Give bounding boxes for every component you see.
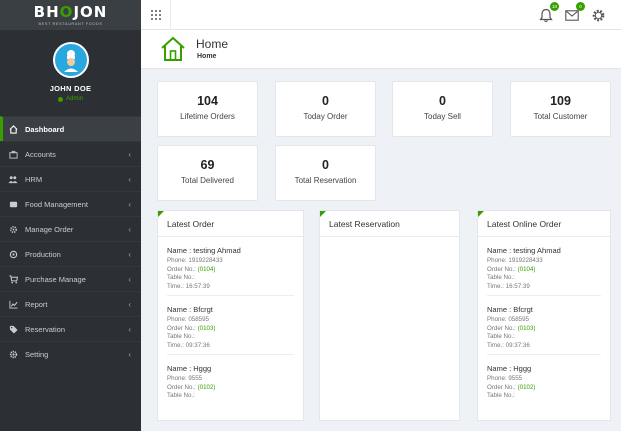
brand-logo[interactable]: BHOJON BEST RESTAURANT FOODS xyxy=(0,0,141,30)
chef-avatar-icon xyxy=(63,50,78,72)
sidebar-menu: Dashboard Accounts ‹ HRM ‹ Food Manageme… xyxy=(0,116,141,366)
users-icon xyxy=(8,174,18,184)
panel-title: Latest Reservation xyxy=(320,211,459,237)
stat-total-delivered: 69 Total Delivered xyxy=(157,145,258,201)
brand-tagline: BEST RESTAURANT FOODS xyxy=(38,20,103,26)
stat-total-reservation: 0 Total Reservation xyxy=(275,145,376,201)
sidebar-item-report[interactable]: Report ‹ xyxy=(0,291,141,316)
tag-icon xyxy=(8,324,18,334)
stat-today-sell: 0 Today Sell xyxy=(392,81,493,137)
stat-today-order: 0 Today Order xyxy=(275,81,376,137)
latest-order-panel: Latest Order Name : testing Ahmad Phone:… xyxy=(157,210,304,421)
list-item[interactable]: Name : testing Ahmad Phone: 1919228433 O… xyxy=(487,237,601,296)
sidebar-item-production[interactable]: Production ‹ xyxy=(0,241,141,266)
cog-icon xyxy=(8,224,18,234)
messages-button[interactable]: 0 xyxy=(563,2,585,24)
grid-icon xyxy=(150,10,161,20)
chevron-left-icon: ‹ xyxy=(128,250,131,259)
latest-online-order-panel: Latest Online Order Name : testing Ahmad… xyxy=(477,210,611,421)
chevron-left-icon: ‹ xyxy=(128,350,131,359)
panel-corner-marker xyxy=(158,211,164,217)
chart-icon xyxy=(8,299,18,309)
food-icon xyxy=(8,199,18,209)
message-count-badge: 0 xyxy=(576,2,585,11)
stat-total-customer: 109 Total Customer xyxy=(510,81,611,137)
list-item[interactable]: Name : testing Ahmad Phone: 1919228433 O… xyxy=(167,237,294,296)
chevron-left-icon: ‹ xyxy=(128,325,131,334)
panel-corner-marker xyxy=(478,211,484,217)
sidebar-item-food-management[interactable]: Food Management ‹ xyxy=(0,191,141,216)
sidebar-item-setting[interactable]: Setting ‹ xyxy=(0,341,141,366)
sidebar-item-reservation[interactable]: Reservation ‹ xyxy=(0,316,141,341)
sidebar-item-hrm[interactable]: HRM ‹ xyxy=(0,166,141,191)
notifications-button[interactable]: 10 xyxy=(537,2,559,24)
settings-button[interactable] xyxy=(589,6,607,24)
production-icon xyxy=(8,249,18,259)
sidebar-item-accounts[interactable]: Accounts ‹ xyxy=(0,141,141,166)
panel-title: Latest Order xyxy=(158,211,303,237)
home-icon xyxy=(8,124,18,134)
avatar[interactable] xyxy=(52,42,89,78)
home-icon xyxy=(161,36,185,61)
panel-title: Latest Online Order xyxy=(478,211,610,237)
online-dot-icon xyxy=(57,96,63,102)
page-header: Home Home xyxy=(141,30,621,69)
page-title: Home xyxy=(196,37,229,51)
chevron-left-icon: ‹ xyxy=(128,200,131,209)
list-item[interactable]: Name : Bfcrgt Phone: 058595 Order No.: (… xyxy=(487,296,601,355)
gear-icon xyxy=(8,349,18,359)
user-profile: JOHN DOE Admin xyxy=(0,30,141,114)
list-item[interactable]: Name : Bfcrgt Phone: 058595 Order No.: (… xyxy=(167,296,294,355)
briefcase-icon xyxy=(8,149,18,159)
envelope-icon xyxy=(565,9,579,21)
list-item[interactable]: Name : Hggg Phone: 9555 Order No.: (0102… xyxy=(167,355,294,405)
chevron-left-icon: ‹ xyxy=(128,175,131,184)
gear-icon xyxy=(592,9,604,21)
sidebar: BHOJON BEST RESTAURANT FOODS JOHN DOE Ad… xyxy=(0,0,141,431)
chevron-left-icon: ‹ xyxy=(128,275,131,284)
sidebar-item-purchase-manage[interactable]: Purchase Manage ‹ xyxy=(0,266,141,291)
menu-toggle-button[interactable] xyxy=(141,0,171,30)
sidebar-item-manage-order[interactable]: Manage Order ‹ xyxy=(0,216,141,241)
chevron-left-icon: ‹ xyxy=(128,150,131,159)
stat-lifetime-orders: 104 Lifetime Orders xyxy=(157,81,258,137)
cart-icon xyxy=(8,274,18,284)
user-status: Admin xyxy=(57,96,83,102)
latest-reservation-panel: Latest Reservation xyxy=(319,210,460,421)
chevron-left-icon: ‹ xyxy=(128,300,131,309)
sidebar-item-dashboard[interactable]: Dashboard xyxy=(0,116,141,141)
list-item[interactable]: Name : Hggg Phone: 9555 Order No.: (0102… xyxy=(487,355,601,405)
breadcrumb[interactable]: Home xyxy=(197,53,216,60)
panel-corner-marker xyxy=(320,211,326,217)
notification-count-badge: 10 xyxy=(550,2,559,11)
top-bar: 10 0 xyxy=(141,0,621,30)
brand-name: BHOJON xyxy=(33,2,108,21)
user-name: JOHN DOE xyxy=(49,84,92,93)
chevron-left-icon: ‹ xyxy=(128,225,131,234)
